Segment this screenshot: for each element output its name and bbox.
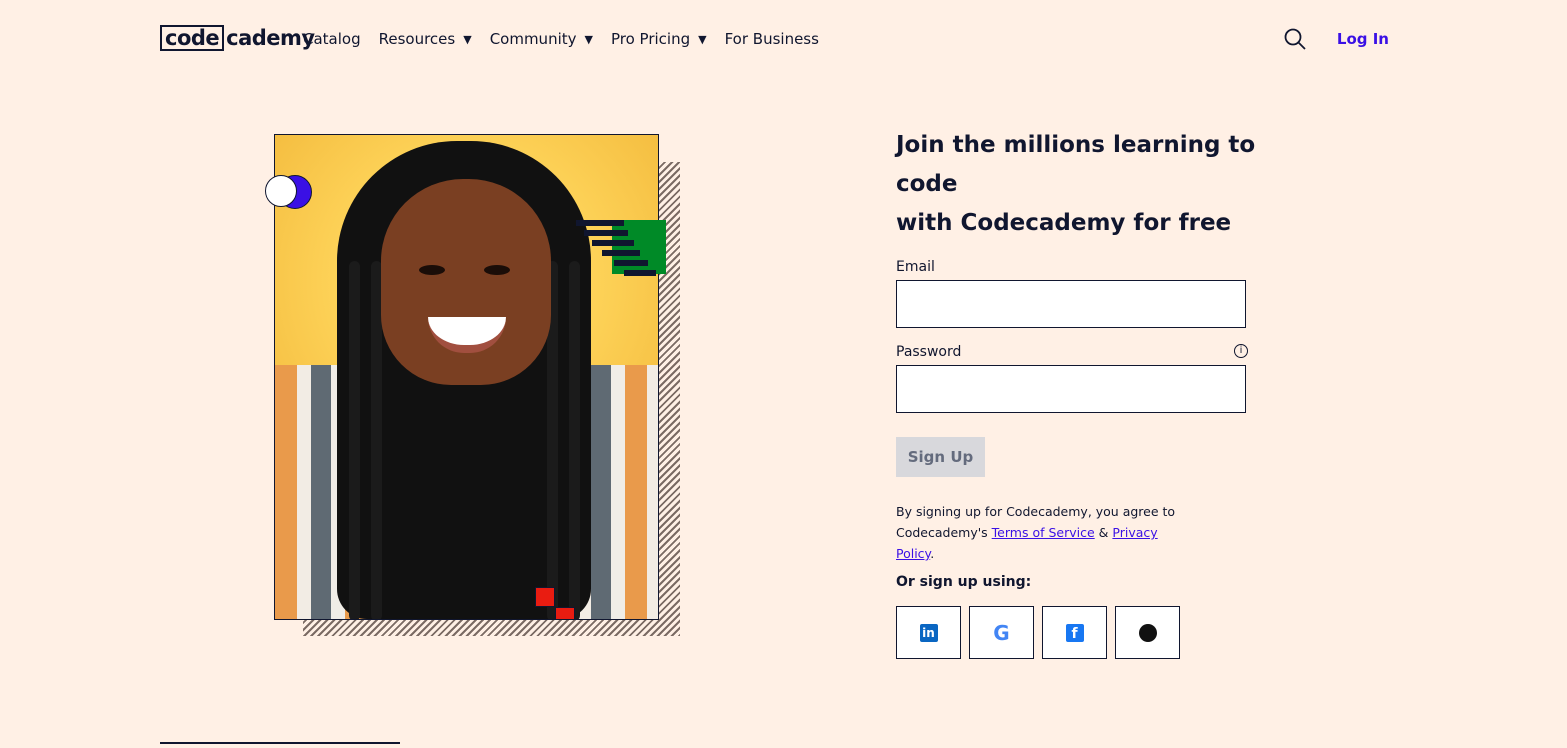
white-circle-icon xyxy=(265,175,297,207)
email-label-text: Email xyxy=(896,259,935,275)
social-buttons: in G f xyxy=(896,606,1316,659)
stair-bar xyxy=(614,260,648,266)
stair-bar xyxy=(624,270,656,276)
linkedin-signup-button[interactable]: in xyxy=(896,606,961,659)
face xyxy=(381,179,551,385)
stair-bar xyxy=(592,240,634,246)
logo-cademy-text: cademy xyxy=(226,26,315,50)
terms-of-service-link[interactable]: Terms of Service xyxy=(992,525,1095,540)
left-eye xyxy=(419,265,445,275)
logo-code-box: code xyxy=(160,25,225,51)
hero-illustration xyxy=(262,134,682,640)
facebook-icon: f xyxy=(1065,623,1084,642)
person-photo xyxy=(274,134,659,620)
terms-text: By signing up for Codecademy, you agree … xyxy=(896,501,1196,564)
bottom-cut-off-heading xyxy=(160,742,400,748)
page-title: Join the millions learning to code with … xyxy=(896,126,1316,243)
stair-bar xyxy=(584,230,628,236)
nav-community-label: Community xyxy=(489,30,577,48)
password-label: Password i xyxy=(896,344,1248,360)
nav-community[interactable]: Community ▼ xyxy=(490,30,593,48)
codecademy-logo[interactable]: code cademy xyxy=(160,24,315,52)
chevron-down-icon: ▼ xyxy=(584,32,593,46)
info-icon[interactable]: i xyxy=(1234,344,1248,358)
email-field[interactable] xyxy=(896,280,1246,328)
nav-resources[interactable]: Resources ▼ xyxy=(379,30,472,48)
sign-up-button[interactable]: Sign Up xyxy=(896,437,985,477)
stair-bar xyxy=(602,250,640,256)
nav-resources-label: Resources xyxy=(378,30,456,48)
red-square xyxy=(555,607,575,619)
nav-catalog-label: Catalog xyxy=(303,30,361,48)
google-signup-button[interactable]: G xyxy=(969,606,1034,659)
password-label-text: Password xyxy=(896,344,962,360)
braid-line xyxy=(349,261,360,619)
braid-line xyxy=(569,261,580,619)
headline-line-2: with Codecademy for free xyxy=(896,210,1232,236)
signup-form: Join the millions learning to code with … xyxy=(896,126,1316,659)
headline-line-1: Join the millions learning to code xyxy=(896,132,1256,197)
google-icon: G xyxy=(993,620,1010,645)
terms-suffix: . xyxy=(930,546,935,561)
nav-pro-pricing-label: Pro Pricing xyxy=(610,30,691,48)
stair-bar xyxy=(576,220,624,226)
linkedin-icon: in xyxy=(919,623,938,642)
nav-for-business-label: For Business xyxy=(724,30,819,48)
chevron-down-icon: ▼ xyxy=(698,32,707,46)
nav-menu: Catalog Resources ▼ Community ▼ Pro Pricin… xyxy=(303,30,837,48)
password-field[interactable] xyxy=(896,365,1246,413)
facebook-signup-button[interactable]: f xyxy=(1042,606,1107,659)
nav-catalog[interactable]: Catalog xyxy=(303,30,361,48)
chevron-down-icon: ▼ xyxy=(463,32,472,46)
social-signup-label: Or sign up using: xyxy=(896,574,1032,590)
github-signup-button[interactable] xyxy=(1115,606,1180,659)
github-icon xyxy=(1138,623,1157,642)
login-link[interactable]: Log In xyxy=(1337,30,1389,48)
nav-for-business[interactable]: For Business xyxy=(725,30,819,48)
top-navigation: code cademy Catalog Resources ▼ Community… xyxy=(160,22,1389,58)
smile xyxy=(428,317,506,353)
nav-pro-pricing[interactable]: Pro Pricing ▼ xyxy=(611,30,707,48)
terms-ampersand: & xyxy=(1098,525,1109,540)
email-label: Email xyxy=(896,259,1248,275)
red-square xyxy=(535,587,555,607)
search-icon[interactable] xyxy=(1283,27,1307,51)
right-eye xyxy=(484,265,510,275)
